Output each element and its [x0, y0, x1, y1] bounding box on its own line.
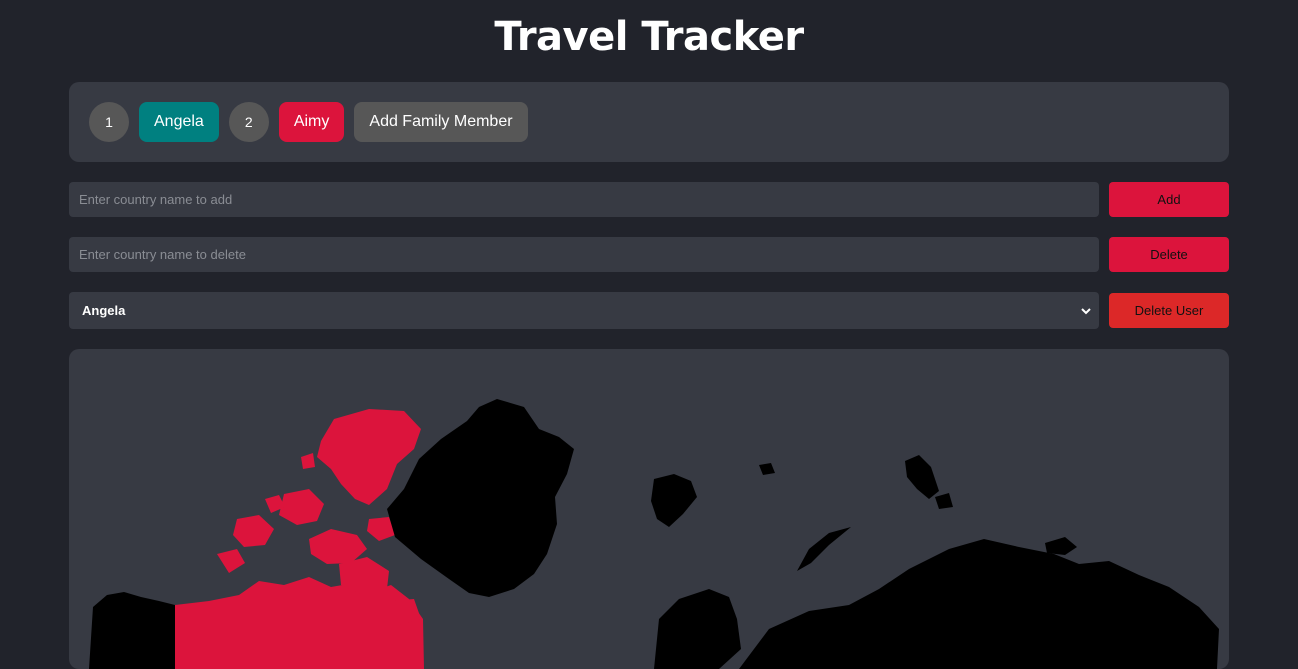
world-map-svg — [89, 399, 1219, 669]
map-region-canada — [175, 577, 424, 669]
add-country-input[interactable] — [69, 182, 1099, 217]
delete-country-input[interactable] — [69, 237, 1099, 272]
map-region-canada-arctic-2 — [279, 489, 324, 525]
map-region-novaya-zemlya — [797, 527, 851, 571]
page-title: Travel Tracker — [494, 14, 804, 60]
add-family-member-button[interactable]: Add Family Member — [354, 102, 528, 142]
map-region-canada-arctic-3 — [309, 529, 367, 564]
chevron-down-icon — [1081, 303, 1091, 318]
map-region-svalbard — [651, 474, 697, 527]
map-region-scandinavia — [654, 589, 741, 669]
member-aimy-button[interactable]: Aimy — [278, 102, 345, 142]
map-region-canada-arctic-6 — [217, 549, 245, 573]
map-region-island-a — [759, 463, 775, 475]
map-region-island-b — [935, 493, 953, 509]
map-region-new-siberian — [1045, 537, 1077, 555]
member-angela-button[interactable]: Angela — [139, 102, 219, 142]
user-select-value: Angela — [82, 303, 126, 318]
map-region-canada-arctic-8 — [301, 453, 315, 469]
user-select[interactable]: Angela — [69, 292, 1099, 329]
family-member-panel: 1 Angela 2 Aimy Add Family Member — [69, 82, 1229, 162]
member-2-id-button[interactable]: 2 — [228, 102, 269, 142]
delete-user-button[interactable]: Delete User — [1109, 293, 1229, 328]
member-1-id-button[interactable]: 1 — [89, 102, 129, 142]
map-region-alaska — [89, 592, 175, 669]
world-map — [69, 349, 1229, 669]
map-region-canada-arctic-4 — [233, 515, 274, 547]
add-button[interactable]: Add — [1109, 182, 1229, 217]
delete-button[interactable]: Delete — [1109, 237, 1229, 272]
map-region-severnaya-zemlya — [905, 455, 939, 499]
